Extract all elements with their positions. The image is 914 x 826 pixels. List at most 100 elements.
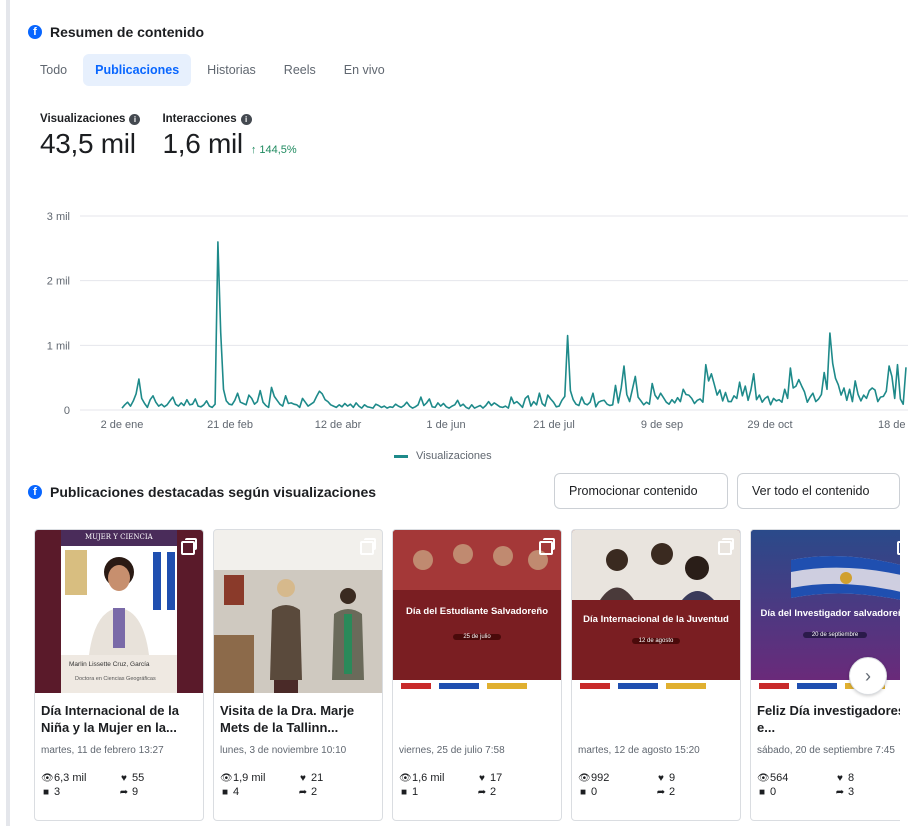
featured-title: Publicaciones destacadas según visualiza… [50, 484, 377, 500]
views-metric: Visualizaciones i 43,5 mil [40, 113, 141, 160]
x-tick-label: 12 de abr [315, 419, 362, 431]
legend-swatch [394, 454, 408, 458]
chevron-right-icon: › [865, 665, 871, 686]
share-icon: ➦ [298, 786, 308, 798]
post-thumbnail[interactable]: Día Internacional de la Juventud 12 de a… [572, 530, 740, 693]
multiple-photos-icon [539, 538, 555, 555]
views-label: Visualizaciones [40, 113, 126, 125]
eye-icon: 👁 [399, 772, 412, 784]
interactions-metric: Interacciones i 1,6 mil ↑ 144,5% [162, 113, 296, 160]
thumb-date: 25 de julio [453, 634, 501, 640]
share-icon: ➦ [477, 786, 487, 798]
post-stats: 👁 1,9 mil ♥ 21 ■ 4 ➦ 2 [220, 772, 376, 798]
post-card[interactable]: Día Internacional de la Juventud 12 de a… [571, 529, 741, 821]
shares-count: 3 [848, 786, 855, 798]
views-count: 6,3 mil [54, 772, 87, 784]
comment-icon: ■ [400, 786, 408, 798]
left-rule [6, 0, 10, 826]
y-tick-label: 2 mil [47, 276, 70, 288]
post-title[interactable] [399, 702, 555, 738]
thumb-date: 20 de septiembre [803, 632, 867, 638]
series-line-visualizaciones[interactable] [121, 241, 907, 410]
views-count: 992 [591, 772, 610, 784]
chart-legend: Visualizaciones [394, 450, 492, 462]
views-count: 1,9 mil [233, 772, 266, 784]
post-stats: 👁 564 ♥ 8 ■ 0 ➦ 3 [757, 772, 900, 798]
shares-count: 2 [669, 786, 676, 798]
comments-count: 0 [591, 786, 598, 798]
summary-header: f Resumen de contenido [28, 24, 204, 40]
post-date: lunes, 3 de noviembre 10:10 [220, 745, 347, 756]
post-title[interactable]: Día Internacional de la Niña y la Mujer … [41, 702, 197, 738]
heart-icon: ♥ [837, 772, 843, 784]
info-icon[interactable]: i [240, 113, 252, 125]
post-title[interactable]: Visita de la Dra. Marje Mets de la Talli… [220, 702, 376, 738]
post-thumbnail[interactable]: MUJER Y CIENCIA Marlin Lissette Cruz, Ga… [35, 530, 203, 693]
share-icon: ➦ [656, 786, 666, 798]
summary-title: Resumen de contenido [50, 24, 205, 40]
featured-header: f Publicaciones destacadas según visuali… [28, 484, 376, 500]
view-all-content-button[interactable]: Ver todo el contenido [737, 473, 900, 509]
x-tick-label: 9 de sep [641, 419, 683, 431]
shares-count: 2 [311, 786, 318, 798]
post-date: martes, 11 de febrero 13:27 [41, 745, 164, 756]
multiple-photos-icon [181, 538, 197, 555]
comment-icon: ■ [221, 786, 229, 798]
views-value: 43,5 mil [40, 128, 136, 159]
multiple-photos-icon [360, 538, 376, 555]
heart-icon: ♥ [300, 772, 306, 784]
post-image [61, 530, 177, 693]
post-thumbnail[interactable]: Día del Estudiante Salvadoreño 25 de jul… [393, 530, 561, 693]
post-card[interactable]: Día del Estudiante Salvadoreño 25 de jul… [392, 529, 562, 821]
tab-publicaciones[interactable]: Publicaciones [83, 54, 192, 86]
post-thumbnail[interactable] [214, 530, 382, 693]
post-image [572, 530, 740, 693]
y-tick-label: 0 [64, 405, 70, 417]
thumb-heading: MUJER Y CIENCIA [85, 533, 153, 541]
comments-count: 0 [770, 786, 777, 798]
post-stats: 👁 6,3 mil ♥ 55 ■ 3 ➦ 9 [41, 772, 197, 798]
interactions-value: 1,6 mil [162, 128, 243, 159]
y-tick-label: 3 mil [47, 211, 70, 223]
likes-count: 55 [132, 772, 145, 784]
tab-historias[interactable]: Historias [195, 54, 268, 86]
comment-icon: ■ [758, 786, 766, 798]
x-tick-label: 18 de [878, 419, 906, 431]
comment-icon: ■ [579, 786, 587, 798]
promote-content-button[interactable]: Promocionar contenido [554, 473, 728, 509]
post-card[interactable]: Visita de la Dra. Marje Mets de la Talli… [213, 529, 383, 821]
content-tabs: Todo Publicaciones Historias Reels En vi… [28, 54, 397, 86]
post-date: sábado, 20 de septiembre 7:45 [757, 745, 895, 756]
likes-count: 21 [311, 772, 324, 784]
comments-count: 3 [54, 786, 61, 798]
views-count: 1,6 mil [412, 772, 445, 784]
shares-count: 9 [132, 786, 139, 798]
tab-reels[interactable]: Reels [272, 54, 328, 86]
post-title[interactable] [578, 702, 734, 738]
post-image [214, 530, 382, 693]
x-tick-label: 21 de jul [533, 419, 575, 431]
comments-count: 4 [233, 786, 240, 798]
eye-icon: 👁 [578, 772, 591, 784]
eye-icon: 👁 [757, 772, 770, 784]
heart-icon: ♥ [479, 772, 485, 784]
info-icon[interactable]: i [129, 113, 141, 125]
eye-icon: 👁 [41, 772, 54, 784]
x-tick-label: 1 de jun [426, 419, 465, 431]
interactions-label: Interacciones [162, 113, 237, 125]
post-stats: 👁 992 ♥ 9 ■ 0 ➦ 2 [578, 772, 734, 798]
post-title[interactable]: Feliz Día investigadores e... [757, 702, 900, 738]
interactions-delta: ↑ 144,5% [250, 144, 297, 156]
post-date: martes, 12 de agosto 15:20 [578, 745, 700, 756]
share-icon: ➦ [119, 786, 129, 798]
likes-count: 8 [848, 772, 855, 784]
next-posts-button[interactable]: › [849, 657, 887, 695]
comment-icon: ■ [42, 786, 50, 798]
y-tick-label: 1 mil [47, 340, 70, 352]
tab-en-vivo[interactable]: En vivo [332, 54, 397, 86]
facebook-icon: f [28, 485, 42, 499]
heart-icon: ♥ [121, 772, 127, 784]
post-card[interactable]: MUJER Y CIENCIA Marlin Lissette Cruz, Ga… [34, 529, 204, 821]
tab-todo[interactable]: Todo [28, 54, 79, 86]
thumb-date: 12 de agosto [632, 638, 680, 644]
